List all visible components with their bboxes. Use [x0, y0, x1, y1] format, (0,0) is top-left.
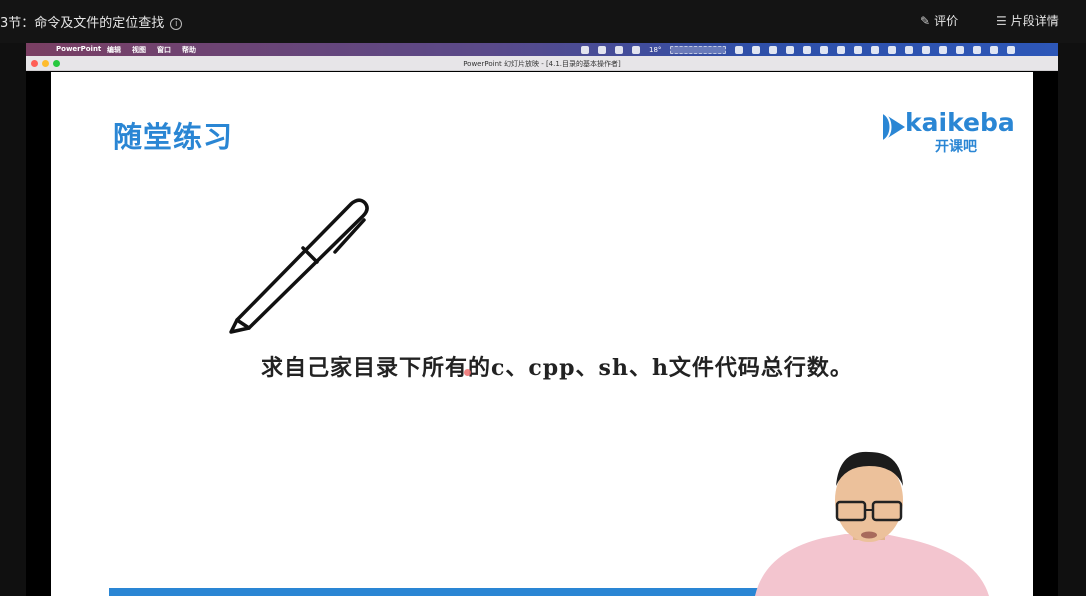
- kaikeba-logo: kaikeba 开课吧: [879, 108, 1015, 158]
- rate-button[interactable]: ✎ 评价: [920, 12, 958, 29]
- menu-app-name[interactable]: PowerPoint: [56, 45, 101, 53]
- pen-icon: [229, 198, 369, 334]
- status-tray: 18°: [581, 44, 1016, 55]
- mac-menu-bar: PowerPoint 编辑 视图 窗口 帮助 18°: [26, 43, 1058, 56]
- slide-heading: 随堂练习: [113, 120, 234, 154]
- tray-icon[interactable]: [956, 45, 965, 54]
- window-title-bar: PowerPoint 幻灯片放映 - [4.1.目录的基本操作者]: [26, 56, 1058, 71]
- tray-icon[interactable]: [786, 45, 795, 54]
- player-top-bar: 3节：命令及文件的定位查找 i ✎ 评价 ☰ 片段详情: [0, 0, 1086, 43]
- edit-icon: ✎: [920, 14, 931, 28]
- tray-icon[interactable]: [888, 45, 897, 54]
- tray-icon[interactable]: [922, 45, 931, 54]
- left-letterbox: [0, 43, 26, 596]
- tray-icon[interactable]: [820, 45, 829, 54]
- tray-icon[interactable]: [615, 45, 623, 54]
- menu-item-view[interactable]: 视图: [132, 45, 146, 55]
- logo-wordmark: kaikeba: [905, 108, 1015, 137]
- tray-icon[interactable]: [581, 45, 589, 54]
- tray-icon[interactable]: [769, 45, 778, 54]
- tray-icon[interactable]: [1007, 45, 1016, 54]
- tray-icon[interactable]: [990, 45, 999, 54]
- tray-icon[interactable]: [752, 45, 761, 54]
- rate-label: 评价: [934, 14, 959, 28]
- laser-pointer: [464, 369, 471, 376]
- weather-temperature: 18°: [649, 45, 662, 54]
- presenter-video: [755, 451, 989, 596]
- list-icon: ☰: [996, 14, 1007, 28]
- slide-bottom-accent: [109, 588, 809, 596]
- window-title: PowerPoint 幻灯片放映 - [4.1.目录的基本操作者]: [463, 60, 621, 68]
- tray-icon[interactable]: [803, 45, 812, 54]
- tray-icon[interactable]: [632, 45, 640, 54]
- logo-chinese: 开课吧: [935, 139, 977, 155]
- lesson-title: 3节：命令及文件的定位查找 i: [0, 12, 183, 31]
- info-icon[interactable]: i: [170, 18, 183, 30]
- tray-icon[interactable]: [905, 45, 914, 54]
- tray-icon[interactable]: [598, 45, 606, 54]
- exercise-question: 求自己家目录下所有的c、cpp、sh、h文件代码总行数。: [261, 355, 853, 381]
- tray-icon[interactable]: [854, 45, 863, 54]
- tray-icon[interactable]: [837, 45, 846, 54]
- menu-item-help[interactable]: 帮助: [182, 45, 196, 55]
- menu-item-window[interactable]: 窗口: [157, 45, 171, 55]
- tray-icon[interactable]: [939, 45, 948, 54]
- lesson-title-text: 3节：命令及文件的定位查找: [0, 16, 165, 31]
- tray-icon[interactable]: [871, 45, 880, 54]
- network-meter: [670, 45, 727, 54]
- tray-icon[interactable]: [973, 45, 982, 54]
- menu-item-edit[interactable]: 编辑: [107, 45, 121, 55]
- details-button[interactable]: ☰ 片段详情: [996, 12, 1059, 29]
- details-label: 片段详情: [1010, 14, 1059, 28]
- tray-icon[interactable]: [735, 45, 744, 54]
- right-letterbox: [1058, 43, 1086, 596]
